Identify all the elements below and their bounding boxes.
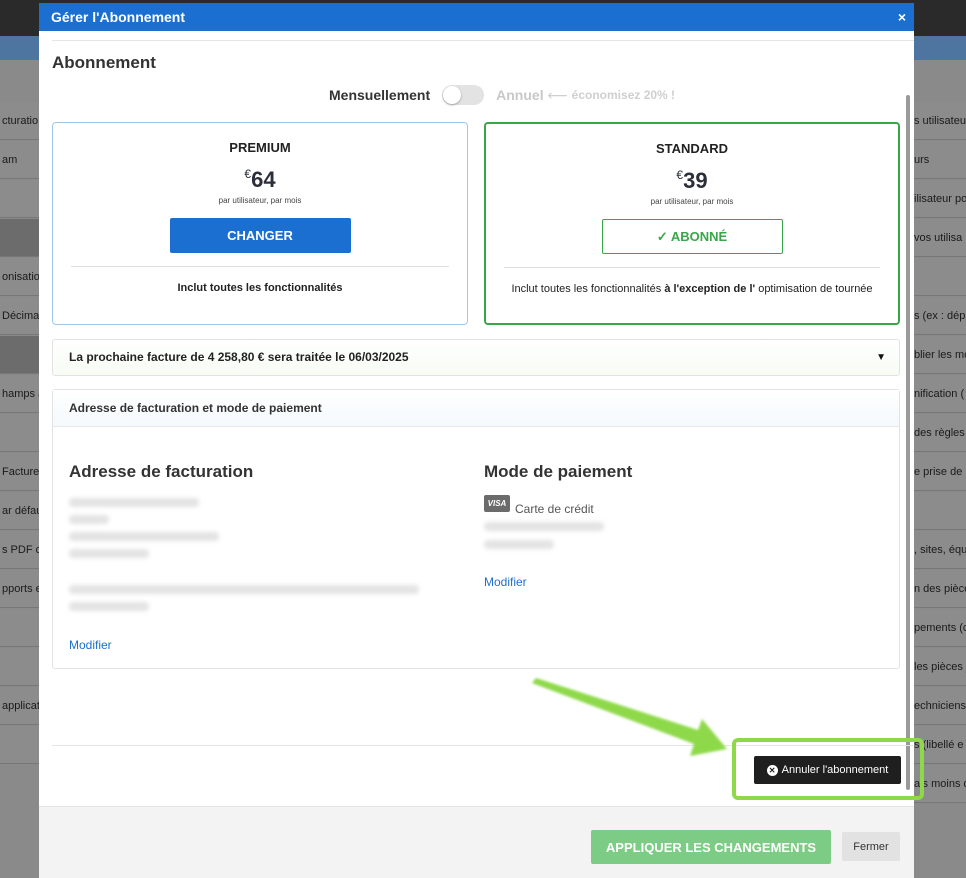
- background-row: s PDF de: [0, 531, 40, 569]
- background-row: s (ex : dép: [914, 297, 966, 335]
- plan-price: €64: [53, 167, 467, 193]
- modal-footer: APPLIQUER LES CHANGEMENTS Fermer: [39, 806, 914, 878]
- plan-card-premium: PREMIUM €64 par utilisateur, par mois CH…: [52, 122, 468, 325]
- background-row: am: [0, 141, 40, 179]
- background-row: e prise de R: [914, 453, 966, 491]
- background-row: [0, 648, 40, 686]
- close-icon[interactable]: ×: [898, 3, 906, 31]
- background-row: Décimale: [0, 297, 40, 335]
- background-row: Facture: [0, 453, 40, 491]
- plan-name: STANDARD: [656, 141, 728, 156]
- background-row: n des pièces: [914, 570, 966, 608]
- close-button[interactable]: Fermer: [842, 832, 900, 861]
- highlight-box: [732, 738, 924, 800]
- plan-feature: Inclut toutes les fonctionnalités à l'ex…: [511, 283, 873, 295]
- background-row: vos utilisa: [914, 219, 966, 257]
- redacted-text: [69, 532, 219, 541]
- background-row: s utilisateurs: [914, 102, 966, 140]
- background-row: , sites, équ: [914, 531, 966, 569]
- billing-period-toggle: Mensuellement Annuel ⟵ économisez 20% !: [329, 83, 675, 107]
- background-left-column: cturatioam onisationDécimale hamps a Factur…: [0, 60, 40, 878]
- redacted-text: [484, 522, 604, 531]
- background-row: echniciens: [914, 687, 966, 725]
- background-row: onisation: [0, 258, 40, 296]
- plan-card-standard: STANDARD €39 par utilisateur, par mois ✓…: [484, 122, 900, 325]
- billing-address-title: Adresse de facturation: [69, 462, 254, 481]
- edit-payment-link[interactable]: Modifier: [484, 575, 527, 589]
- plan-feature: Inclut toutes les fonctionnalités: [177, 282, 343, 294]
- subscribed-button[interactable]: ✓ ABONNÉ: [601, 219, 783, 254]
- background-row: [914, 492, 966, 530]
- billing-panel-header: Adresse de facturation et mode de paieme…: [53, 390, 899, 427]
- background-row: pports et: [0, 570, 40, 608]
- background-row: urs: [914, 141, 966, 179]
- apply-changes-button[interactable]: APPLIQUER LES CHANGEMENTS: [591, 830, 831, 864]
- visa-icon: VISA: [484, 495, 510, 512]
- redacted-text: [69, 549, 149, 558]
- divider: [52, 40, 914, 41]
- change-plan-button[interactable]: CHANGER: [169, 218, 351, 253]
- redacted-text: [69, 515, 109, 524]
- background-row: les pièces j: [914, 648, 966, 686]
- background-row: cturatio: [0, 102, 40, 140]
- price-value: 64: [251, 167, 276, 192]
- payment-method-title: Mode de paiement: [484, 462, 633, 481]
- price-value: 39: [683, 168, 708, 193]
- background-row: pements (c: [914, 609, 966, 647]
- modal-header: Gérer l'Abonnement ×: [39, 3, 914, 31]
- background-row: hamps a: [0, 375, 40, 413]
- annual-label: Annuel: [496, 87, 544, 103]
- background-row: nification (: [914, 375, 966, 413]
- background-row: [0, 609, 40, 647]
- modal-title: Gérer l'Abonnement: [51, 9, 186, 25]
- background-row: applicati: [0, 687, 40, 725]
- billing-panel: Adresse de facturation et mode de paieme…: [52, 389, 900, 669]
- redacted-text: [69, 602, 149, 611]
- card-label: Carte de crédit: [515, 502, 594, 516]
- next-invoice-text: La prochaine facture de 4 258,80 € sera …: [69, 350, 409, 364]
- plan-unit: par utilisateur, par mois: [650, 197, 734, 206]
- background-row: blier les mo: [914, 336, 966, 374]
- caret-down-icon: ▼: [876, 352, 886, 363]
- background-row: ilisateur po: [914, 180, 966, 218]
- edit-address-link[interactable]: Modifier: [69, 638, 112, 652]
- next-invoice-accordion[interactable]: La prochaine facture de 4 258,80 € sera …: [52, 339, 900, 376]
- background-row: [914, 258, 966, 296]
- divider: [71, 266, 449, 267]
- background-row: [0, 414, 40, 452]
- redacted-text: [69, 498, 199, 507]
- divider: [504, 267, 880, 268]
- plan-price: €39: [486, 168, 898, 194]
- background-row: [0, 180, 40, 218]
- savings-label: économisez 20% !: [571, 88, 676, 102]
- monthly-label: Mensuellement: [329, 87, 431, 103]
- billing-period-switch[interactable]: [442, 85, 485, 105]
- background-row: [0, 726, 40, 764]
- background-row: des règles: [914, 414, 966, 452]
- redacted-text: [484, 540, 554, 549]
- redacted-text: [69, 585, 419, 594]
- switch-knob: [443, 86, 462, 104]
- background-row: [0, 219, 40, 257]
- background-row: ar défaut: [0, 492, 40, 530]
- plan-name: PREMIUM: [229, 140, 291, 155]
- arrow-left-icon: ⟵: [547, 86, 568, 103]
- modal-scrollbar[interactable]: [906, 95, 910, 790]
- section-title: Abonnement: [52, 53, 156, 72]
- plan-unit: par utilisateur, par mois: [218, 196, 302, 205]
- background-row: [0, 336, 40, 374]
